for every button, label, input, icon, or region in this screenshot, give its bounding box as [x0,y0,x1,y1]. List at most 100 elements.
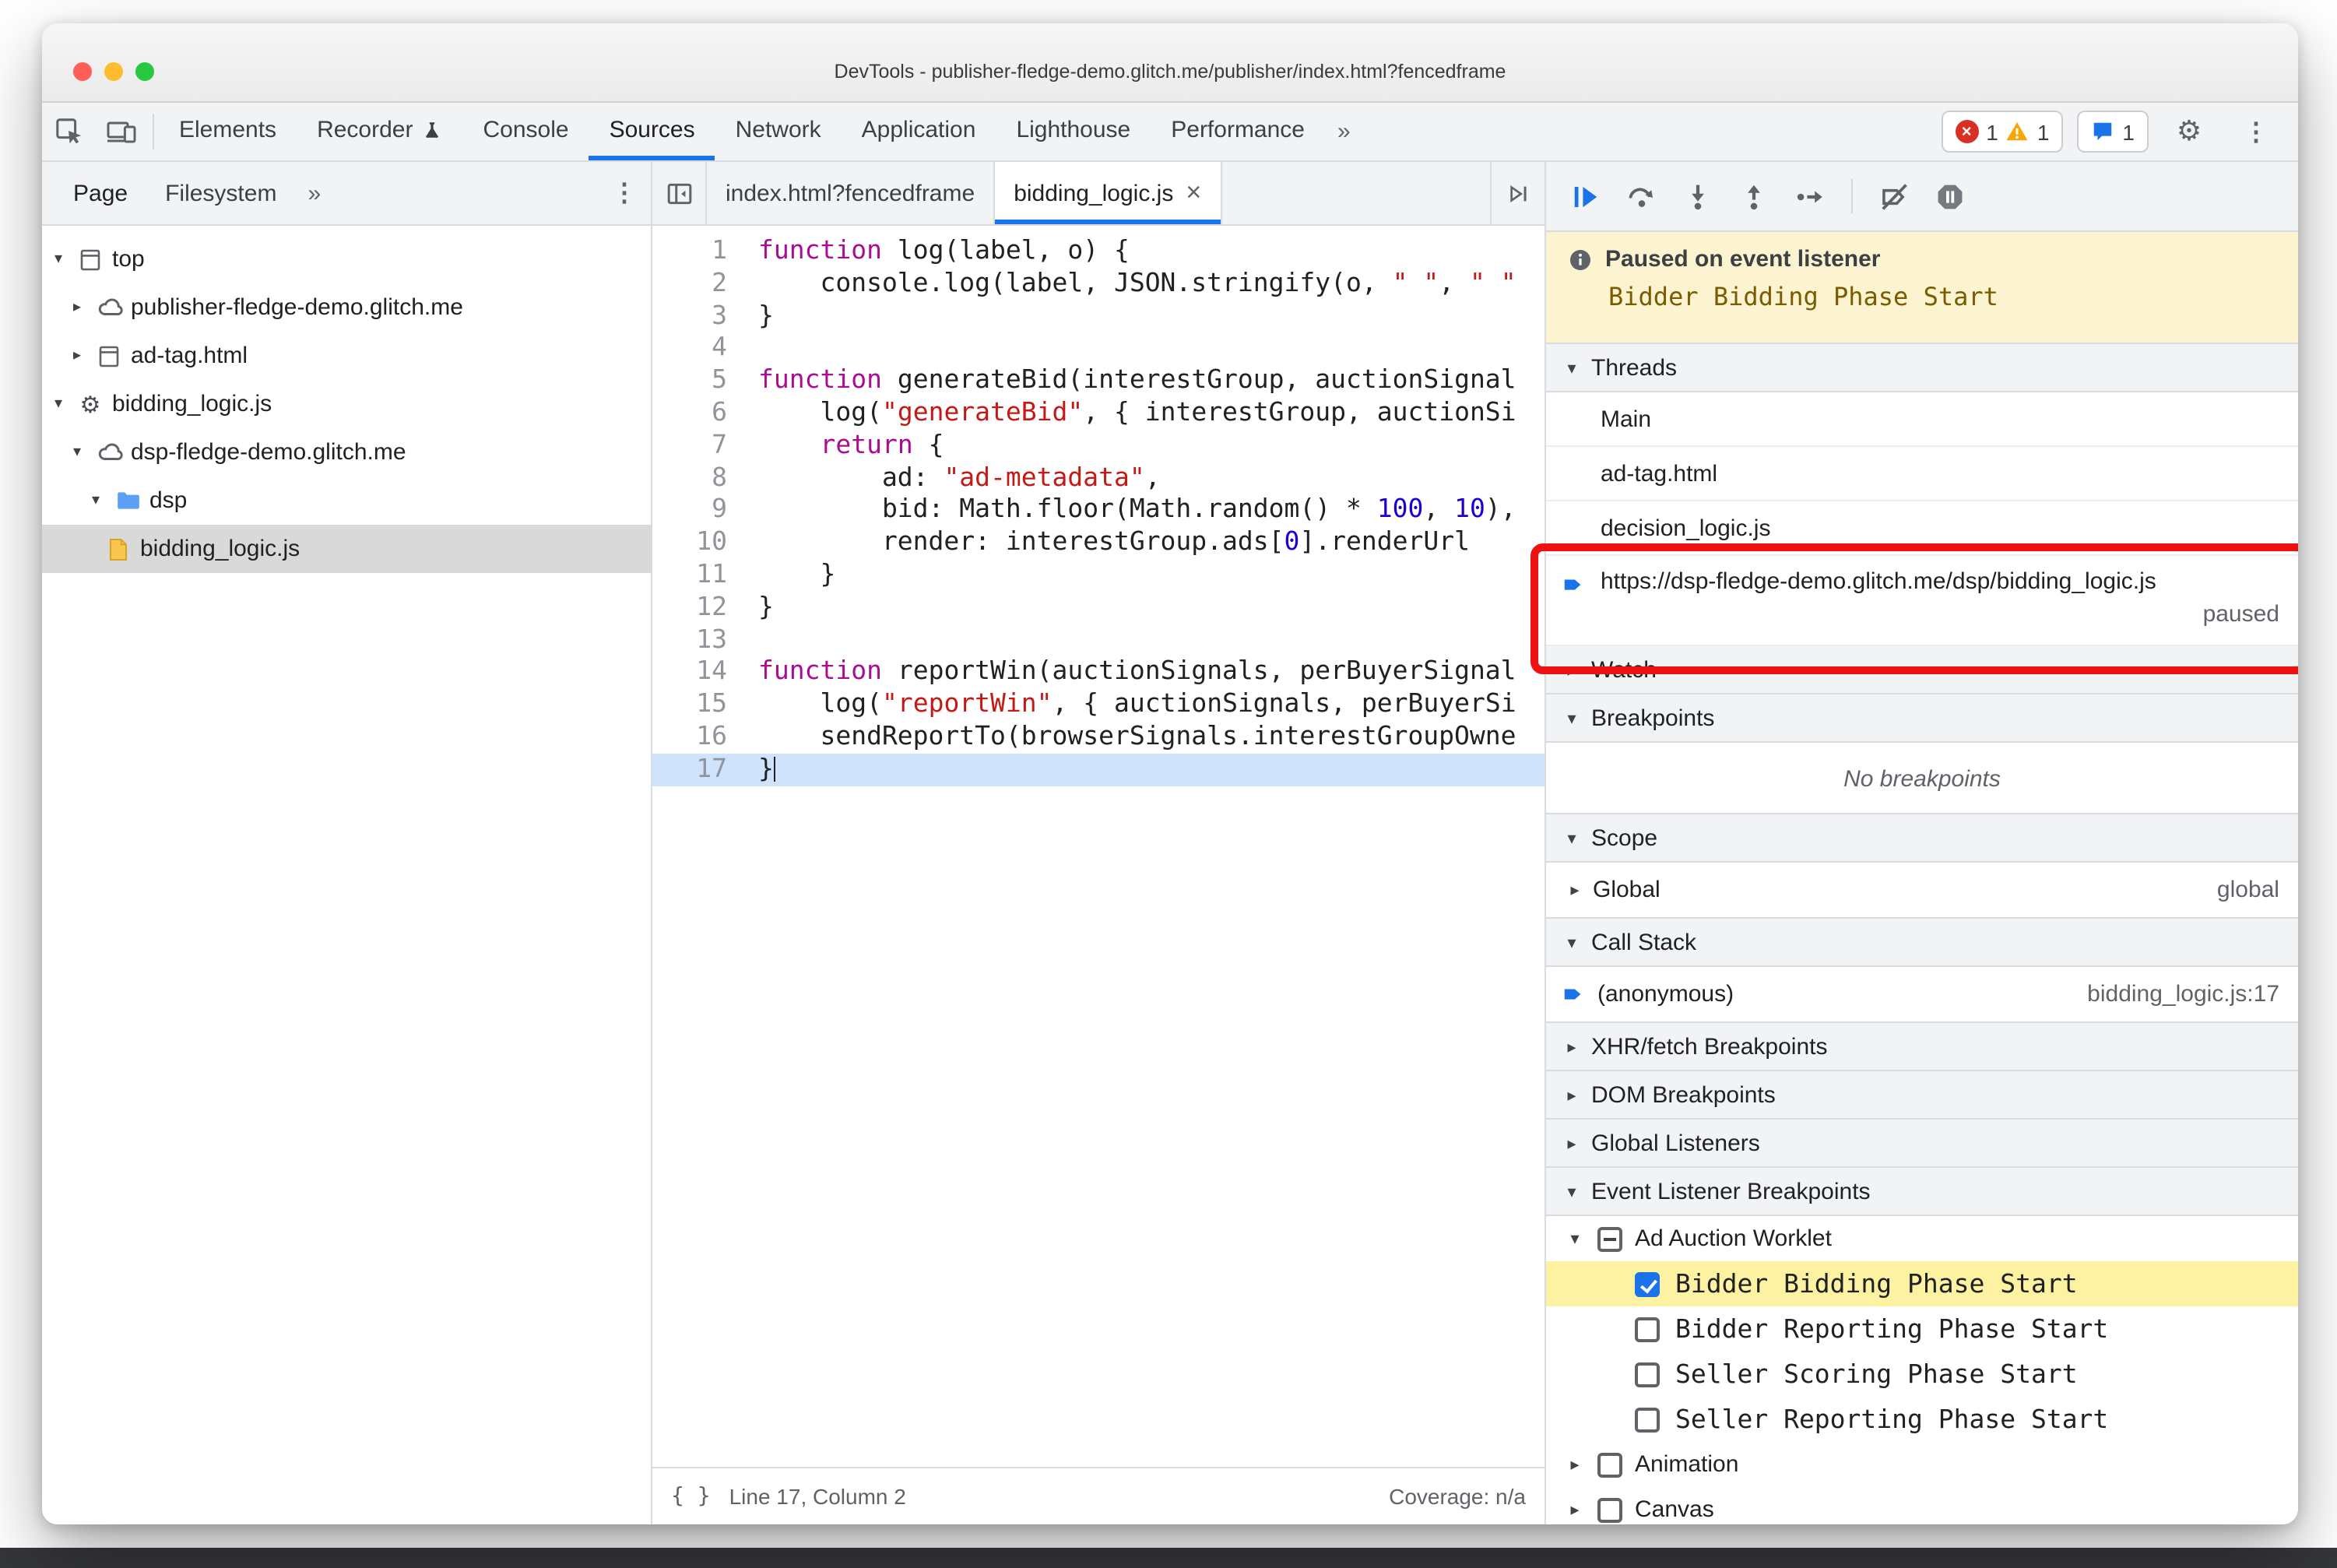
expander-icon[interactable] [1565,1229,1585,1249]
code-line[interactable]: 9 bid: Math.floor(Math.random() * 100, 1… [652,494,1545,527]
expander-icon[interactable] [1565,1499,1585,1520]
inspect-icon[interactable] [42,103,95,160]
deactivate-breakpoints-icon[interactable] [1879,181,1909,211]
close-window-button[interactable] [73,62,92,81]
code-editor[interactable]: 1 function log(label, o) {2 console.log(l… [652,226,1545,1467]
code-line[interactable]: 17} [652,753,1545,786]
expander-icon[interactable] [48,396,69,413]
checkbox-unchecked[interactable] [1635,1317,1660,1341]
code-line[interactable]: 8 ad: "ad-metadata", [652,462,1545,494]
checkbox-unchecked[interactable] [1597,1452,1622,1477]
expander-icon[interactable] [67,299,87,316]
line-number[interactable]: 4 [652,332,743,365]
expander-icon[interactable] [67,444,87,461]
device-toolbar-icon[interactable] [95,103,148,160]
elb-category-animation[interactable]: Animation [1546,1442,2298,1487]
line-number[interactable]: 6 [652,397,743,430]
tree-item-publisher-origin[interactable]: publisher-fledge-demo.glitch.me [42,283,651,332]
next-editor-icon[interactable] [1490,162,1545,224]
code-line[interactable]: 12} [652,592,1545,624]
expander-icon[interactable] [86,492,106,509]
tab-console[interactable]: Console [462,103,589,160]
tab-sources[interactable]: Sources [589,103,715,160]
thread-ad-tag[interactable]: ad-tag.html [1546,447,2298,501]
scope-global-row[interactable]: Global global [1546,863,2298,919]
line-number[interactable]: 13 [652,624,743,656]
pause-on-exceptions-icon[interactable] [1935,181,1965,211]
code-line[interactable]: 2 console.log(label, JSON.stringify(o, "… [652,268,1545,301]
line-number[interactable]: 1 [652,235,743,268]
tab-lighthouse[interactable]: Lighthouse [996,103,1151,160]
line-number[interactable]: 15 [652,688,743,721]
tab-filesystem[interactable]: Filesystem [146,162,295,224]
section-xhr-breakpoints[interactable]: XHR/fetch Breakpoints [1546,1021,2298,1071]
section-breakpoints[interactable]: Breakpoints [1546,693,2298,743]
line-number[interactable]: 12 [652,592,743,624]
expander-icon[interactable] [67,347,87,364]
code-line[interactable]: 4 [652,332,1545,365]
line-number[interactable]: 8 [652,462,743,494]
code-line[interactable]: 3} [652,300,1545,332]
section-dom-breakpoints[interactable]: DOM Breakpoints [1546,1070,2298,1120]
line-number[interactable]: 14 [652,656,743,689]
checkbox-indeterminate[interactable] [1597,1226,1622,1251]
section-event-listener-breakpoints[interactable]: Event Listener Breakpoints [1546,1166,2298,1216]
tab-application[interactable]: Application [842,103,996,160]
elb-category-ad-auction-worklet[interactable]: Ad Auction Worklet [1546,1216,2298,1261]
settings-icon[interactable] [2163,115,2216,148]
checkbox-unchecked[interactable] [1635,1362,1660,1387]
step-out-icon[interactable] [1739,181,1769,211]
line-number[interactable]: 3 [652,300,743,332]
tree-item-dsp-folder[interactable]: dsp [42,476,651,525]
line-number[interactable]: 17 [652,754,743,786]
zoom-window-button[interactable] [135,62,154,81]
tree-item-top[interactable]: top [42,235,651,283]
toggle-navigator-icon[interactable] [652,162,707,224]
errors-warnings-badge[interactable]: 1 1 [1941,111,2064,153]
section-global-listeners[interactable]: Global Listeners [1546,1118,2298,1168]
elb-seller-scoring-phase-start[interactable]: Seller Scoring Phase Start [1546,1352,2298,1397]
code-line[interactable]: 10 render: interestGroup.ads[0].renderUr… [652,526,1545,559]
checkbox-unchecked[interactable] [1597,1497,1622,1522]
navigator-kebab-icon[interactable] [598,178,651,209]
code-line[interactable]: 6 log("generateBid", { interestGroup, au… [652,397,1545,430]
tree-item-dsp-origin[interactable]: dsp-fledge-demo.glitch.me [42,428,651,476]
step-icon[interactable] [1795,181,1825,211]
tree-item-worklet[interactable]: ⚙ bidding_logic.js [42,380,651,428]
editor-tab-index-html[interactable]: index.html?fencedframe [707,162,996,224]
line-number[interactable]: 11 [652,559,743,592]
section-scope[interactable]: Scope [1546,813,2298,863]
elb-category-canvas[interactable]: Canvas [1546,1487,2298,1524]
section-watch[interactable]: Watch [1546,645,2298,694]
line-number[interactable]: 9 [652,494,743,527]
tab-performance[interactable]: Performance [1151,103,1325,160]
checkbox-checked[interactable] [1635,1271,1660,1296]
expander-icon[interactable] [1565,880,1585,900]
checkbox-unchecked[interactable] [1635,1407,1660,1432]
editor-tab-bidding-logic[interactable]: bidding_logic.js [995,162,1222,224]
code-line[interactable]: 7 return { [652,430,1545,462]
line-number[interactable]: 16 [652,721,743,754]
tab-recorder[interactable]: Recorder [297,103,462,160]
tab-network[interactable]: Network [715,103,842,160]
code-line[interactable]: 14 function reportWin(auctionSignals, per… [652,656,1545,689]
section-threads[interactable]: Threads [1546,343,2298,392]
thread-main[interactable]: Main [1546,392,2298,447]
tree-item-ad-tag[interactable]: ad-tag.html [42,332,651,380]
code-line[interactable]: 13 [652,624,1545,656]
line-number[interactable]: 5 [652,364,743,397]
issues-badge[interactable]: 1 [2077,111,2149,153]
tab-page[interactable]: Page [54,162,146,224]
tree-item-bidding-logic-file[interactable]: bidding_logic.js [42,525,651,573]
minimize-window-button[interactable] [104,62,123,81]
step-into-icon[interactable] [1683,181,1713,211]
line-number[interactable]: 7 [652,430,743,462]
step-over-icon[interactable] [1627,181,1657,211]
code-line[interactable]: 5 function generateBid(interestGroup, auc… [652,364,1545,397]
thread-decision-logic[interactable]: decision_logic.js [1546,501,2298,556]
tab-elements[interactable]: Elements [159,103,297,160]
elb-seller-reporting-phase-start[interactable]: Seller Reporting Phase Start [1546,1397,2298,1442]
code-line[interactable]: 1 function log(label, o) { [652,235,1545,268]
more-panels-icon[interactable]: » [1325,103,1363,160]
kebab-menu-icon[interactable] [2230,116,2283,147]
